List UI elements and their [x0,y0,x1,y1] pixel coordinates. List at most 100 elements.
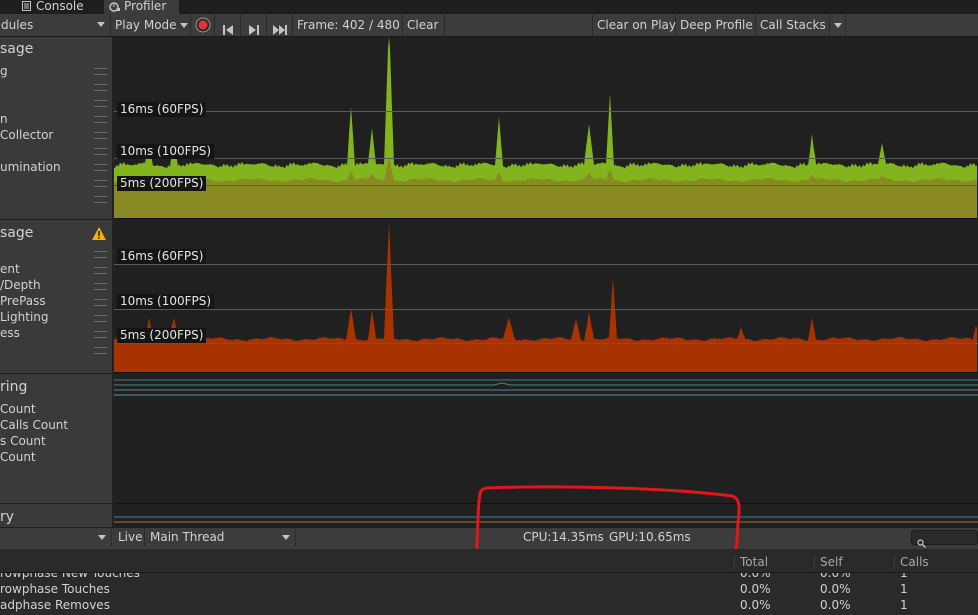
reference-line-100fps [114,158,978,159]
row-total: 0.0% [740,598,771,612]
search-field[interactable] [911,530,978,548]
modules-dropdown-label: dules [1,18,34,32]
clear-on-play-label: Clear on Play [597,18,676,32]
call-stacks-label: Call Stacks [760,18,826,32]
module-rendering[interactable]: ring Count Calls Count s Count Count [0,373,113,504]
module-item: Count [0,402,36,416]
drag-handle[interactable] [94,84,107,91]
table-row[interactable]: rowphase Touches 0.0% 0.0% 1 [0,581,978,597]
deep-profile-toggle[interactable]: Deep Profile [676,14,756,36]
drag-handle[interactable] [94,100,107,107]
row-self: 0.0% [820,573,851,580]
column-header-label: Total [740,555,769,569]
module-item: s Count [0,434,46,448]
row-calls: 1 [900,582,908,596]
gpu-usage-graph[interactable]: 16ms (60FPS) 10ms (100FPS) 5ms (200FPS) [114,219,978,372]
play-mode-label: Play Mode [115,18,177,32]
reference-label-200fps: 5ms (200FPS) [117,328,207,343]
call-stacks-toggle[interactable]: Call Stacks [756,14,830,36]
thread-dropdown[interactable]: Main Thread [146,528,296,547]
search-input[interactable] [928,531,976,544]
row-calls: 1 [900,598,908,612]
frame-counter: Frame: 402 / 480 [293,14,403,36]
row-name: rowphase New Touches [0,573,140,580]
drag-handle[interactable] [94,164,107,171]
drag-handle[interactable] [94,148,107,155]
live-label: Live [118,530,143,544]
rendering-series-line [114,382,978,386]
drag-handle[interactable] [94,196,107,203]
column-header-total[interactable]: Total [734,555,814,569]
chevron-down-icon [179,23,188,28]
drag-handle[interactable] [94,299,107,306]
tab-console[interactable]: Console [0,0,104,14]
live-toggle[interactable]: Live [114,528,145,547]
tab-console-label: Console [36,0,84,13]
module-item: Collector [0,128,54,142]
drag-handle[interactable] [94,267,107,274]
module-item: Calls Count [0,418,69,432]
drag-handle[interactable] [94,251,107,258]
reference-label-60fps: 16ms (60FPS) [117,102,207,117]
view-mode-dropdown[interactable] [0,528,112,547]
last-frame-button[interactable] [267,14,293,36]
column-header-label: Self [820,555,843,569]
row-name: rowphase Touches [0,582,110,596]
reference-label-100fps: 10ms (100FPS) [117,294,215,309]
gpu-usage-chart [114,222,977,372]
clear-button[interactable]: Clear [403,14,445,36]
drag-handle[interactable] [94,180,107,187]
previous-frame-button[interactable] [215,14,241,36]
row-total: 0.0% [740,573,771,580]
module-item: n [0,112,8,126]
next-frame-button[interactable] [241,14,267,36]
module-item: Count [0,450,36,464]
module-item: /Depth [0,278,41,292]
module-cpu-usage[interactable]: sage g n Collector umination [0,37,113,218]
table-row[interactable]: rowphase New Touches 0.0% 0.0% 1 [0,573,978,581]
frame-counter-label: Frame: 402 / 480 [297,18,400,32]
row-self: 0.0% [820,598,851,612]
module-item: g [0,64,8,78]
module-memory[interactable]: ry [0,503,113,528]
play-mode-dropdown[interactable]: Play Mode [111,14,191,36]
record-button[interactable] [191,14,215,36]
module-item: PrePass [0,294,46,308]
reference-label-60fps: 16ms (60FPS) [117,249,207,264]
drag-handle[interactable] [94,331,107,338]
gpu-series-total [114,222,977,372]
cpu-usage-chart [114,37,977,218]
clear-on-play-toggle[interactable]: Clear on Play [592,14,676,36]
drag-handle[interactable] [94,132,107,139]
drag-handle[interactable] [94,116,107,123]
reference-label-100fps: 10ms (100FPS) [117,144,215,159]
reference-line-100fps [114,309,978,310]
reference-line-200fps [114,343,978,344]
table-row[interactable]: adphase Removes 0.0% 0.0% 1 [0,597,978,613]
warning-icon [92,225,106,244]
row-calls: 1 [900,573,908,580]
call-stacks-dropdown[interactable] [830,14,846,36]
cpu-usage-graph[interactable]: 16ms (60FPS) 10ms (100FPS) 5ms (200FPS) [114,37,978,218]
module-title: ry [0,509,15,525]
reference-line-60fps [114,111,978,112]
clear-label: Clear [407,18,439,32]
reference-line-200fps [114,185,978,186]
column-header-calls[interactable]: Calls [894,555,978,569]
drag-handle[interactable] [94,315,107,322]
list-icon [22,1,31,11]
module-item: ent [0,262,20,276]
drag-handle[interactable] [94,347,107,354]
row-self: 0.0% [820,582,851,596]
profiler-icon [109,1,121,12]
column-header-self[interactable]: Self [814,555,894,569]
profiler-modules-dropdown[interactable]: dules [0,14,111,36]
drag-handle[interactable] [94,283,107,290]
tab-profiler[interactable]: Profiler [104,0,179,14]
tab-profiler-label: Profiler [124,0,167,13]
deep-profile-label: Deep Profile [680,18,753,32]
module-item: ess [0,326,20,340]
hierarchy-rows: rowphase New Touches 0.0% 0.0% 1 rowphas… [0,573,978,615]
row-total: 0.0% [740,582,771,596]
drag-handle[interactable] [94,68,107,75]
